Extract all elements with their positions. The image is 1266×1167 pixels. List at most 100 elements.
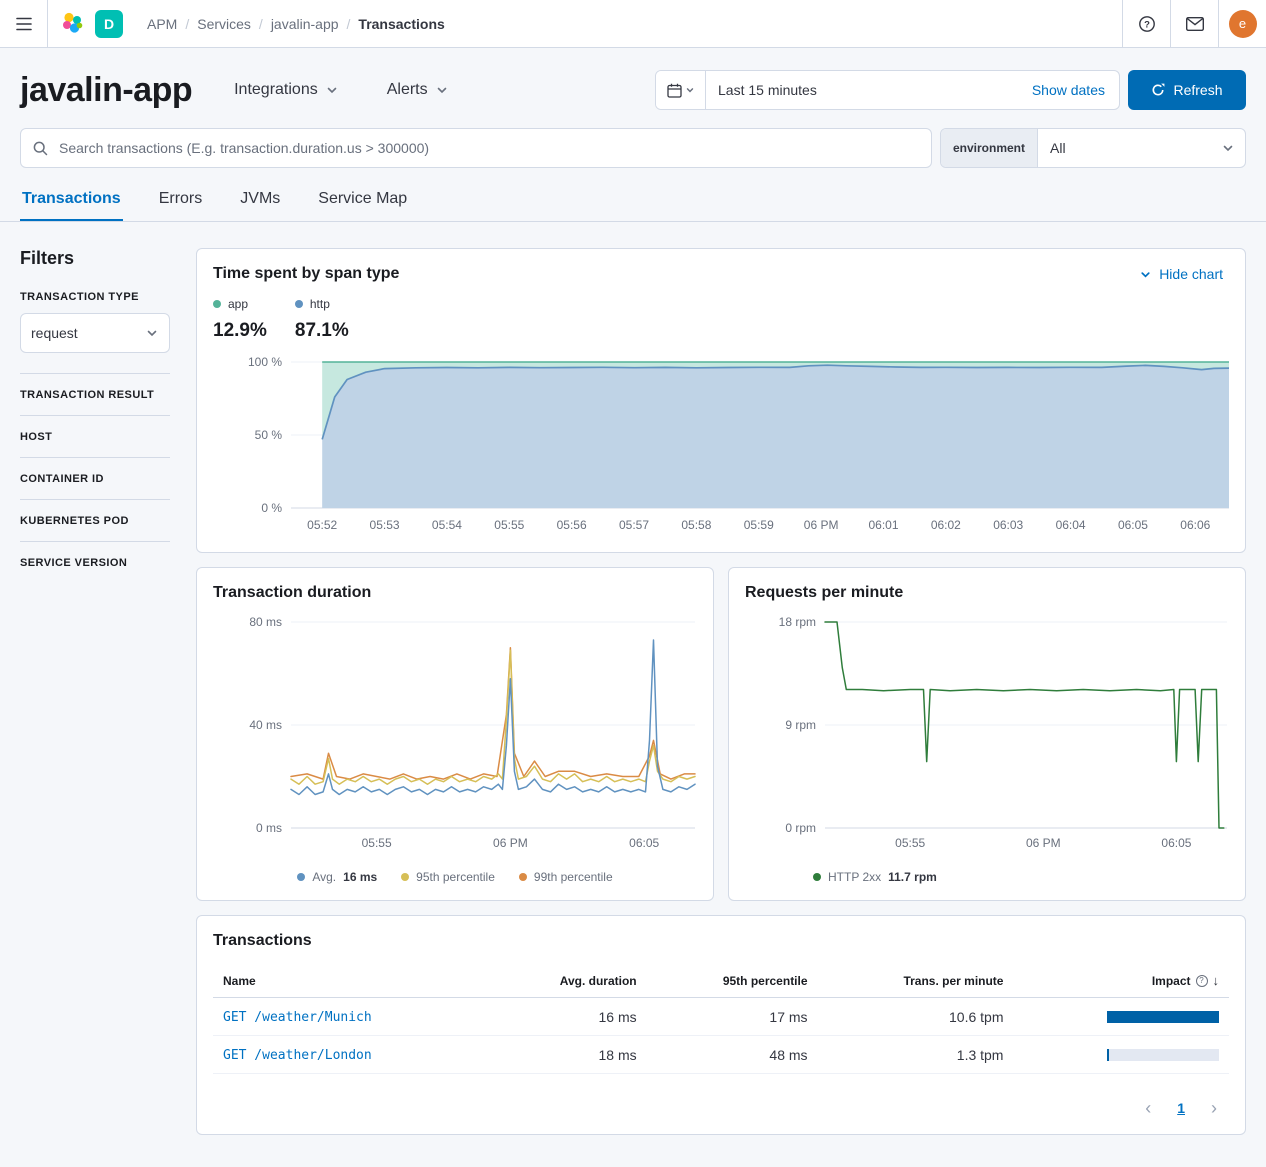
legend-value: 16 ms xyxy=(343,870,377,884)
breadcrumb: APM/Services/javalin-app/Transactions xyxy=(135,16,445,32)
filter-section-kubernetes-pod[interactable]: KUBERNETES POD xyxy=(20,499,170,541)
pagination: ‹ 1 › xyxy=(213,1098,1229,1118)
rpm-chart-svg: 0 rpm9 rpm18 rpm05:5506 PM06:05 xyxy=(745,614,1229,854)
refresh-label: Refresh xyxy=(1173,82,1222,98)
transaction-name-cell: GET /weather/Munich xyxy=(213,998,488,1036)
menu-button[interactable] xyxy=(0,0,48,48)
previous-page-button[interactable]: ‹ xyxy=(1139,1098,1157,1118)
filter-section-transaction-result[interactable]: TRANSACTION RESULT xyxy=(20,373,170,415)
rpm-legend: HTTP 2xx11.7 rpm xyxy=(745,870,1229,884)
search-icon xyxy=(33,141,48,156)
filter-section-service-version[interactable]: SERVICE VERSION xyxy=(20,541,170,583)
legend-item-http: http87.1% xyxy=(295,297,349,342)
svg-text:06:02: 06:02 xyxy=(931,518,961,532)
column-header-avg-duration[interactable]: Avg. duration xyxy=(488,964,646,998)
breadcrumb-separator: / xyxy=(185,16,189,32)
svg-text:05:56: 05:56 xyxy=(557,518,587,532)
integrations-menu[interactable]: Integrations xyxy=(228,80,345,100)
tab-transactions[interactable]: Transactions xyxy=(20,182,123,221)
filter-sections: TRANSACTION RESULTHOSTCONTAINER IDKUBERN… xyxy=(20,373,170,583)
svg-text:0 %: 0 % xyxy=(261,501,282,515)
tabs: Transactions Errors JVMs Service Map xyxy=(0,182,1266,222)
column-header-impact[interactable]: Impact?↓ xyxy=(1013,964,1229,998)
transactions-table: NameAvg. duration95th percentileTrans. p… xyxy=(213,964,1229,1074)
chevron-down-icon xyxy=(325,83,339,97)
avg-duration-cell: 16 ms xyxy=(488,998,646,1036)
filters-title: Filters xyxy=(20,248,170,269)
service-header: javalin-app Integrations Alerts Last 15 … xyxy=(0,48,1266,222)
requests-per-minute-chart: 0 rpm9 rpm18 rpm05:5506 PM06:05 xyxy=(745,614,1229,854)
column-header-trans-per-minute[interactable]: Trans. per minute xyxy=(818,964,1014,998)
transaction-type-select[interactable]: request xyxy=(20,313,170,353)
elastic-logo[interactable] xyxy=(60,11,85,36)
next-page-button[interactable]: › xyxy=(1205,1098,1223,1118)
span-legend: app12.9%http87.1% xyxy=(213,297,1229,342)
transaction-duration-chart: 0 ms40 ms80 ms05:5506 PM06:05 xyxy=(213,614,697,854)
elastic-logo-icon xyxy=(60,11,85,36)
transactions-tbody: GET /weather/Munich16 ms17 ms10.6 tpmGET… xyxy=(213,998,1229,1074)
top-navigation-bar: D APM/Services/javalin-app/Transactions … xyxy=(0,0,1266,48)
svg-text:06:03: 06:03 xyxy=(993,518,1023,532)
transaction-link[interactable]: GET /weather/Munich xyxy=(223,1010,372,1025)
svg-text:06:04: 06:04 xyxy=(1056,518,1086,532)
svg-text:80 ms: 80 ms xyxy=(249,615,282,629)
refresh-button[interactable]: Refresh xyxy=(1128,70,1246,110)
page-title: javalin-app xyxy=(20,70,192,110)
tab-errors[interactable]: Errors xyxy=(157,182,205,221)
legend-percentage: 87.1% xyxy=(295,320,349,342)
filter-section-container-id[interactable]: CONTAINER ID xyxy=(20,457,170,499)
legend-dot-95th-percentile xyxy=(401,873,409,881)
legend-dot-app xyxy=(213,300,221,308)
breadcrumb-item-services[interactable]: Services xyxy=(197,16,251,32)
svg-text:05:55: 05:55 xyxy=(494,518,524,532)
show-dates-link[interactable]: Show dates xyxy=(1018,82,1119,98)
alerts-menu[interactable]: Alerts xyxy=(381,80,455,100)
chevron-down-icon xyxy=(1139,268,1152,281)
svg-text:06 PM: 06 PM xyxy=(804,518,839,532)
search-box xyxy=(20,128,932,168)
legend-dot-http xyxy=(295,300,303,308)
avatar[interactable]: e xyxy=(1229,10,1257,38)
column-header-95th-percentile[interactable]: 95th percentile xyxy=(647,964,818,998)
refresh-icon xyxy=(1151,83,1165,97)
svg-text:05:52: 05:52 xyxy=(307,518,337,532)
transaction-type-value: request xyxy=(31,325,78,341)
tab-service-map[interactable]: Service Map xyxy=(316,182,409,221)
chevron-down-icon xyxy=(435,83,449,97)
hide-chart-button[interactable]: Hide chart xyxy=(1133,265,1229,283)
legend-value: 11.7 rpm xyxy=(888,870,937,884)
span-type-chart: 0 %50 %100 %05:5205:5305:5405:5505:5605:… xyxy=(213,354,1229,536)
p95-cell: 48 ms xyxy=(647,1036,818,1074)
column-header-name[interactable]: Name xyxy=(213,964,488,998)
search-input[interactable] xyxy=(57,139,919,157)
legend-dot-99th-percentile xyxy=(519,873,527,881)
page-number[interactable]: 1 xyxy=(1177,1100,1185,1116)
alerts-label: Alerts xyxy=(387,81,428,99)
impact-help-icon: ? xyxy=(1196,975,1208,987)
breadcrumb-item-transactions: Transactions xyxy=(358,16,444,32)
breadcrumb-item-apm[interactable]: APM xyxy=(147,16,177,32)
help-icon: ? xyxy=(1138,15,1156,33)
environment-select[interactable]: environment All xyxy=(940,128,1246,168)
svg-text:50 %: 50 % xyxy=(255,428,283,442)
transactions-table-head-row: NameAvg. duration95th percentileTrans. p… xyxy=(213,964,1229,998)
space-badge[interactable]: D xyxy=(95,10,123,38)
date-picker: Last 15 minutes Show dates xyxy=(655,70,1120,110)
main-content: Filters TRANSACTION TYPE request TRANSAC… xyxy=(0,222,1266,1155)
breadcrumb-separator: / xyxy=(347,16,351,32)
breadcrumb-item-javalin-app[interactable]: javalin-app xyxy=(271,16,339,32)
chevron-down-icon xyxy=(685,85,695,95)
help-button[interactable]: ? xyxy=(1122,0,1170,48)
filters-sidebar: Filters TRANSACTION TYPE request TRANSAC… xyxy=(20,248,170,1135)
filter-section-host[interactable]: HOST xyxy=(20,415,170,457)
svg-text:06:05: 06:05 xyxy=(629,836,659,850)
time-range-value[interactable]: Last 15 minutes xyxy=(706,82,1018,98)
calendar-button[interactable] xyxy=(656,71,706,109)
legend-percentage: 12.9% xyxy=(213,320,267,342)
tab-jvms[interactable]: JVMs xyxy=(238,182,282,221)
integrations-label: Integrations xyxy=(234,81,318,99)
sort-descending-icon[interactable]: ↓ xyxy=(1213,973,1220,988)
svg-text:06 PM: 06 PM xyxy=(493,836,528,850)
newsfeed-button[interactable] xyxy=(1170,0,1218,48)
transaction-link[interactable]: GET /weather/London xyxy=(223,1048,372,1063)
